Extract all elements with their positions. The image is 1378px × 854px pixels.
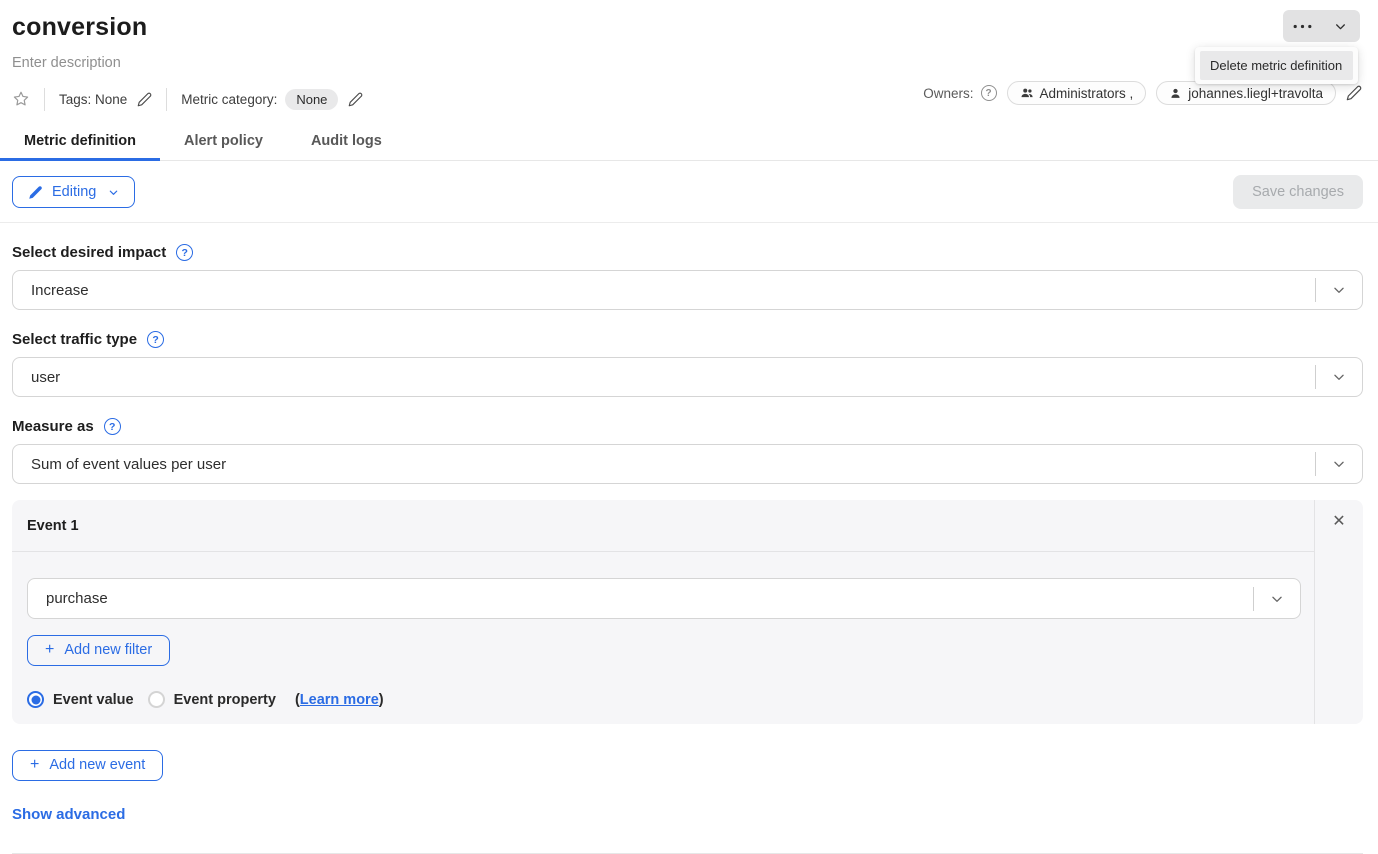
radio-event-property[interactable]: Event property	[148, 691, 276, 708]
event-card-body: purchase + Add new filter Event value	[12, 552, 1314, 724]
page-title[interactable]: conversion	[12, 10, 1362, 42]
add-event-button[interactable]: + Add new event	[12, 750, 163, 781]
event-card: Event 1 purchase + Add new filter Event …	[12, 500, 1363, 724]
ellipsis-icon	[1293, 24, 1312, 29]
tab-alert-policy[interactable]: Alert policy	[160, 126, 287, 161]
chevron-down-icon	[1316, 457, 1362, 471]
pencil-icon	[137, 92, 152, 107]
learn-more-link[interactable]: Learn more	[300, 692, 379, 708]
add-filter-button[interactable]: + Add new filter	[27, 635, 170, 666]
save-changes-button[interactable]: Save changes	[1233, 175, 1363, 209]
measure-as-label: Measure as	[12, 418, 94, 435]
measure-as-select[interactable]: Sum of event values per user	[12, 444, 1363, 484]
dropdown-toggle-button[interactable]	[1322, 10, 1361, 42]
desired-impact-select[interactable]: Increase	[12, 270, 1363, 310]
owner-name: Administrators ,	[1040, 86, 1134, 101]
close-icon: ✕	[1332, 513, 1345, 530]
select-value: purchase	[28, 590, 1253, 607]
tab-audit-logs[interactable]: Audit logs	[287, 126, 406, 161]
help-icon[interactable]: ?	[104, 418, 121, 435]
remove-event-button[interactable]: ✕	[1332, 514, 1345, 530]
desired-impact-label: Select desired impact	[12, 244, 166, 261]
radio-unselected-icon	[148, 691, 165, 708]
actions-split-button	[1283, 10, 1360, 42]
pencil-icon	[348, 92, 363, 107]
plus-icon: +	[30, 757, 39, 773]
menu-item-delete-metric[interactable]: Delete metric definition	[1200, 51, 1353, 80]
help-icon[interactable]: ?	[176, 244, 193, 261]
actions-menu: Delete metric definition	[1195, 47, 1358, 84]
tab-bar: Metric definition Alert policy Audit log…	[0, 126, 1378, 161]
radio-selected-icon	[27, 691, 44, 708]
metric-form: Select desired impact ? Increase Select …	[0, 244, 1378, 484]
radio-label: Event property	[174, 692, 276, 708]
page-header: conversion Enter description Tags: None …	[0, 0, 1378, 111]
field-label-row: Select traffic type ?	[12, 331, 1363, 348]
event-card-main: Event 1 purchase + Add new filter Event …	[12, 500, 1314, 724]
owners-row: Owners: ? Administrators , johannes.lieg…	[923, 81, 1362, 105]
star-icon	[12, 90, 30, 108]
tags-edit-button[interactable]	[137, 92, 152, 107]
field-label-row: Select desired impact ?	[12, 244, 1363, 261]
pencil-icon	[1346, 85, 1362, 101]
owners-label: Owners:	[923, 86, 973, 101]
learn-more-wrap: (Learn more)	[295, 692, 384, 708]
owners-edit-button[interactable]	[1346, 85, 1362, 101]
help-icon[interactable]: ?	[147, 331, 164, 348]
chevron-down-icon	[1316, 370, 1362, 384]
chevron-down-icon	[1334, 20, 1347, 33]
person-icon	[1169, 87, 1182, 100]
pencil-icon	[28, 185, 43, 200]
owner-name: johannes.liegl+travolta	[1188, 86, 1323, 101]
form-footer: + Add new event Show advanced	[0, 724, 1378, 824]
event-card-title: Event 1	[12, 500, 1314, 552]
chevron-down-icon	[1254, 592, 1300, 606]
radio-label: Event value	[53, 692, 134, 708]
metric-category-label: Metric category:	[181, 92, 277, 107]
owner-badge-user: johannes.liegl+travolta	[1156, 81, 1336, 105]
people-icon	[1020, 86, 1034, 100]
add-filter-label: Add new filter	[64, 642, 152, 658]
chevron-down-icon	[108, 187, 119, 198]
description-input[interactable]: Enter description	[12, 55, 1362, 71]
plus-icon: +	[45, 642, 54, 658]
chevron-down-icon	[1316, 283, 1362, 297]
tab-metric-definition[interactable]: Metric definition	[0, 126, 160, 161]
select-value: Sum of event values per user	[13, 456, 1315, 473]
select-value: Increase	[13, 282, 1315, 299]
event-card-side: ✕	[1314, 500, 1363, 724]
editing-mode-button[interactable]: Editing	[12, 176, 135, 208]
toolbar: Editing Save changes	[0, 161, 1378, 223]
more-options-button[interactable]	[1283, 10, 1322, 42]
add-event-label: Add new event	[49, 757, 145, 773]
measure-mode-radios: Event value Event property (Learn more)	[27, 691, 1301, 708]
tags-label: Tags: None	[59, 92, 127, 107]
show-advanced-link[interactable]: Show advanced	[12, 806, 125, 823]
field-label-row: Measure as ?	[12, 418, 1363, 435]
radio-event-value[interactable]: Event value	[27, 691, 134, 708]
traffic-type-label: Select traffic type	[12, 331, 137, 348]
traffic-type-select[interactable]: user	[12, 357, 1363, 397]
event-name-select[interactable]: purchase	[27, 578, 1301, 619]
owners-help-icon[interactable]: ?	[981, 85, 997, 101]
category-edit-button[interactable]	[348, 92, 363, 107]
select-value: user	[13, 369, 1315, 386]
editing-label: Editing	[52, 184, 96, 200]
meta-separator	[44, 88, 45, 111]
owner-badge-group: Administrators ,	[1007, 81, 1147, 105]
metric-category-badge: None	[285, 89, 338, 110]
meta-separator	[166, 88, 167, 111]
favorite-star-button[interactable]	[12, 90, 30, 108]
paren-close: )	[379, 692, 384, 708]
